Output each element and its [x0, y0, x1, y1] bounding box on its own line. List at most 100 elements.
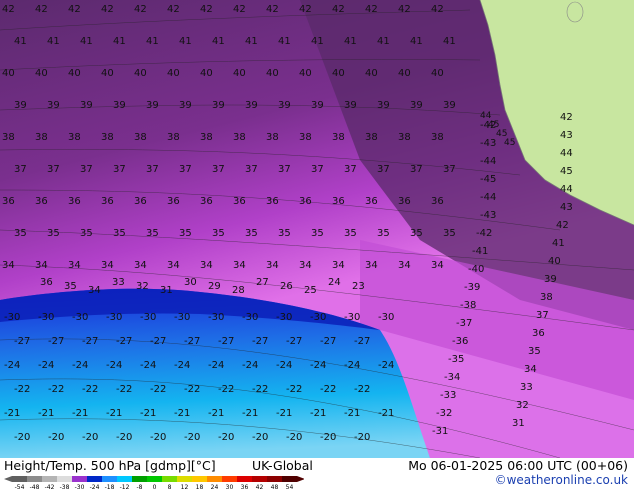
isotherm-label: 40 [134, 68, 147, 79]
isotherm-label: -22 [320, 384, 336, 395]
scale-label: 0 [153, 484, 157, 490]
isotherm-label: -27 [252, 336, 268, 347]
isotherm-label: 29 [208, 281, 221, 292]
isotherm-label: -21 [310, 408, 326, 419]
model-name: UK-Global [252, 458, 313, 473]
isotherm-label: -20 [184, 432, 200, 443]
isotherm-label: 39 [544, 274, 557, 285]
isotherm-label: 34 [167, 260, 180, 271]
isotherm-label: 38 [35, 132, 48, 143]
isotherm-label: 39 [311, 100, 324, 111]
isotherm-label: 36 [431, 196, 444, 207]
isotherm-label: -27 [14, 336, 30, 347]
isotherm-label: -24 [276, 360, 292, 371]
isotherm-label: 35 [146, 228, 159, 239]
isotherm-label: 35 [245, 228, 258, 239]
isotherm-label: 32 [136, 281, 149, 292]
isotherm-label: -20 [286, 432, 302, 443]
isotherm-label: 45 [504, 138, 515, 148]
isotherm-label: 38 [332, 132, 345, 143]
isotherm-label: -43 [480, 138, 496, 149]
isotherm-label: 42 [35, 4, 48, 15]
isotherm-label: 41 [113, 36, 126, 47]
isotherm-label: 28 [232, 285, 245, 296]
isotherm-label: -20 [150, 432, 166, 443]
isotherm-label: 37 [536, 310, 549, 321]
scale-swatch [27, 476, 42, 482]
isotherm-label: 34 [101, 260, 114, 271]
isotherm-label: 35 [410, 228, 423, 239]
isotherm-label: 37 [311, 164, 324, 175]
isotherm-label: -38 [460, 300, 476, 311]
isotherm-label: -27 [150, 336, 166, 347]
scale-swatch [282, 476, 297, 482]
isotherm-label: 42 [233, 4, 246, 15]
isotherm-label: 37 [146, 164, 159, 175]
isotherm-label: 37 [410, 164, 423, 175]
isotherm-label: 39 [146, 100, 159, 111]
isotherm-label: 38 [431, 132, 444, 143]
isotherm-label: -24 [174, 360, 190, 371]
isotherm-label: -27 [354, 336, 370, 347]
isotherm-label: 41 [377, 36, 390, 47]
isotherm-label: 36 [532, 328, 545, 339]
isotherm-label: 36 [134, 196, 147, 207]
isotherm-label: 42 [134, 4, 147, 15]
isotherm-label: 39 [47, 100, 60, 111]
isotherm-label: 38 [299, 132, 312, 143]
scale-arrow-right [297, 476, 304, 482]
scale-label: -18 [105, 484, 115, 490]
isotherm-label: -20 [82, 432, 98, 443]
isotherm-label: -20 [48, 432, 64, 443]
isotherm-label: 39 [245, 100, 258, 111]
isotherm-label: 43 [560, 130, 573, 141]
credit-link[interactable]: ©weatheronline.co.uk [495, 473, 628, 487]
isotherm-label: 39 [344, 100, 357, 111]
isotherm-label: 42 [365, 4, 378, 15]
isotherm-label: 39 [410, 100, 423, 111]
isotherm-label: -20 [218, 432, 234, 443]
isotherm-label: 36 [200, 196, 213, 207]
isotherm-label: 26 [280, 281, 293, 292]
footer: Height/Temp. 500 hPa [gdmp][°C] UK-Globa… [0, 458, 634, 490]
isotherm-label: 41 [179, 36, 192, 47]
isotherm-label: -30 [378, 312, 394, 323]
isotherm-label: -30 [242, 312, 258, 323]
isotherm-label: 41 [311, 36, 324, 47]
isotherm-label: -21 [4, 408, 20, 419]
isotherm-label: 36 [332, 196, 345, 207]
isotherm-label: -24 [140, 360, 156, 371]
isotherm-label: 37 [14, 164, 27, 175]
isotherm-label: -22 [218, 384, 234, 395]
isotherm-label: 34 [88, 285, 101, 296]
isotherm-label: -20 [320, 432, 336, 443]
isotherm-label: 38 [398, 132, 411, 143]
scale-label: -8 [137, 484, 143, 490]
isotherm-label: 33 [112, 277, 125, 288]
isotherm-label: 36 [167, 196, 180, 207]
isotherm-label: 35 [344, 228, 357, 239]
weather-map: 42 42 42 42 42 42 42 42 42 42 42 42 42 42 41 41 41 41 41 41… [0, 0, 634, 458]
isotherm-label: 34 [35, 260, 48, 271]
scale-swatch [237, 476, 252, 482]
isotherm-label: -21 [208, 408, 224, 419]
isotherm-label: 40 [2, 68, 15, 79]
isotherm-label: -24 [242, 360, 258, 371]
scale-swatch [102, 476, 117, 482]
scale-label: 36 [241, 484, 249, 490]
isotherm-label: -24 [310, 360, 326, 371]
isotherm-label: 34 [200, 260, 213, 271]
isotherm-label: 37 [278, 164, 291, 175]
isotherm-label: 35 [528, 346, 541, 357]
isotherm-label: 34 [332, 260, 345, 271]
isotherm-label: 37 [245, 164, 258, 175]
isotherm-label: 41 [47, 36, 60, 47]
isotherm-label: 39 [443, 100, 456, 111]
isotherm-label: -37 [456, 318, 472, 329]
isotherm-label: 42 [398, 4, 411, 15]
valid-time: Mo 06-01-2025 06:00 UTC (00+06) [408, 458, 628, 473]
isotherm-label: 44 [560, 148, 573, 159]
isotherm-label: 39 [80, 100, 93, 111]
isotherm-label: 39 [377, 100, 390, 111]
isotherm-label: 40 [101, 68, 114, 79]
